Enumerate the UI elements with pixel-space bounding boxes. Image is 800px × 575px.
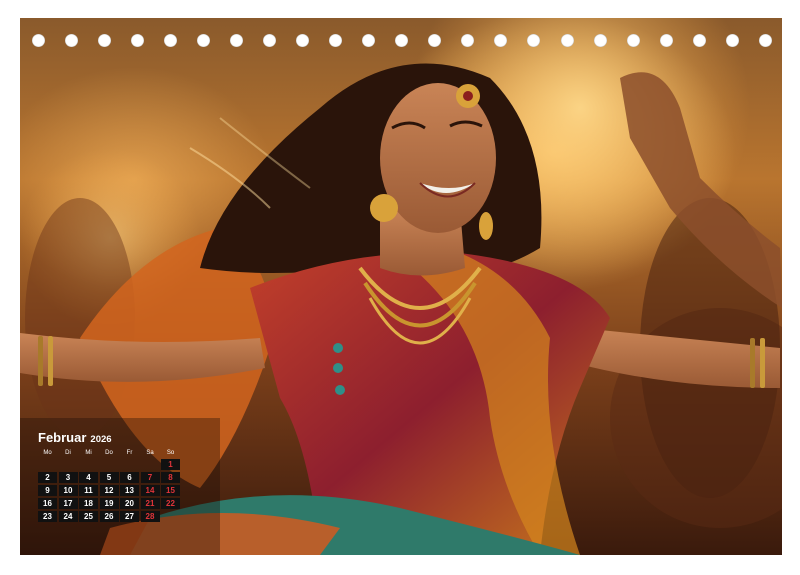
calendar-day: 4 xyxy=(79,472,98,483)
calendar-day: 20 xyxy=(120,498,139,509)
binding-hole xyxy=(593,34,607,47)
calendar-day: 28 xyxy=(140,511,160,522)
calendar-blank xyxy=(120,459,139,470)
calendar-day: 12 xyxy=(99,485,119,496)
binding-hole xyxy=(197,34,211,47)
binding-hole xyxy=(560,34,574,47)
binding-hole xyxy=(428,34,442,47)
binding-hole xyxy=(131,34,145,47)
calendar-day: 8 xyxy=(161,472,180,483)
binding-hole xyxy=(296,34,310,47)
weekday-label: Fr xyxy=(126,450,133,456)
binding-hole xyxy=(461,34,475,47)
calendar-blank xyxy=(38,459,57,470)
weekday-label: Di xyxy=(65,450,71,456)
binding-hole xyxy=(527,34,541,47)
weekday-label: So xyxy=(166,450,175,456)
calendar-day: 3 xyxy=(58,472,78,483)
calendar-day: 15 xyxy=(161,485,180,496)
calendar-day: 14 xyxy=(140,485,160,496)
weekday-label: Do xyxy=(105,450,113,456)
calendar-day: 10 xyxy=(58,485,78,496)
calendar-blank xyxy=(100,459,119,470)
binding-hole xyxy=(362,34,376,47)
calendar-day: 27 xyxy=(120,511,139,522)
calendar-page: Februar 2026 Mo Di Mi Do Fr Sa So 1 2 3 4 5 6 7 8 9 10 11 1… xyxy=(0,0,800,575)
weekday-label: Mo xyxy=(43,450,52,456)
calendar-title: Februar 2026 xyxy=(38,430,183,446)
calendar-day: 23 xyxy=(38,511,57,522)
binding-hole xyxy=(725,34,739,47)
binding-hole xyxy=(395,34,409,47)
binding-hole xyxy=(626,34,640,47)
binding-hole xyxy=(230,34,244,47)
calendar-day: 22 xyxy=(161,498,180,509)
calendar-day: 11 xyxy=(79,485,98,496)
calendar-day: 24 xyxy=(58,511,78,522)
binding-hole xyxy=(692,34,706,47)
binding-hole xyxy=(164,34,178,47)
weekday-label: Sa xyxy=(146,450,154,456)
calendar-blank xyxy=(79,459,98,470)
calendar-day: 6 xyxy=(120,472,139,483)
calendar-day: 13 xyxy=(120,485,139,496)
month-calendar: Februar 2026 Mo Di Mi Do Fr Sa So 1 2 3 4 5 6 7 8 9 10 11 1… xyxy=(38,430,183,522)
calendar-blank xyxy=(59,459,78,470)
year-label: 2026 xyxy=(90,434,112,445)
calendar-day: 9 xyxy=(38,485,57,496)
calendar-day: 19 xyxy=(99,498,119,509)
binding-hole xyxy=(65,34,79,47)
month-name: Februar xyxy=(38,430,87,445)
calendar-day: 17 xyxy=(58,498,78,509)
calendar-day: 21 xyxy=(140,498,160,509)
binding-hole xyxy=(98,34,112,47)
weekday-label: Mi xyxy=(85,450,92,456)
binding-hole xyxy=(494,34,508,47)
calendar-blank xyxy=(141,459,160,470)
calendar-grid: Mo Di Mi Do Fr Sa So 1 2 3 4 5 6 7 8 9 10 11 12 13 14 15 16 17 1… xyxy=(38,449,183,522)
binding-hole xyxy=(263,34,277,47)
binding-hole xyxy=(329,34,343,47)
calendar-day: 5 xyxy=(99,472,119,483)
calendar-day: 18 xyxy=(79,498,98,509)
binding-hole xyxy=(758,34,772,47)
binding-hole xyxy=(32,34,45,47)
calendar-day: 7 xyxy=(140,472,160,483)
calendar-day: 1 xyxy=(161,459,180,470)
calendar-day: 25 xyxy=(79,511,98,522)
calendar-day: 26 xyxy=(99,511,119,522)
calendar-day: 16 xyxy=(38,498,57,509)
binding-hole xyxy=(659,34,673,47)
calendar-day: 2 xyxy=(38,472,57,483)
binding-holes xyxy=(32,34,772,50)
